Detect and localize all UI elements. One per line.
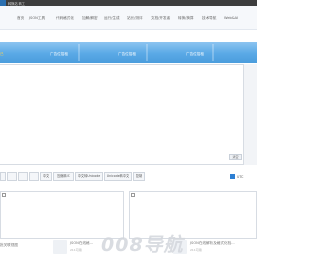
ad-slot-label[interactable]: 广告位招租 — [186, 52, 204, 57]
copy-button[interactable]: 复制 — [133, 172, 145, 181]
related-right-sub: 211可用 — [190, 248, 202, 252]
ad-slot-label[interactable]: 广告位招租 — [50, 52, 68, 57]
editor-side-panel — [244, 64, 257, 165]
utc-checkbox[interactable] — [230, 174, 235, 179]
chinese-to-unicode-button[interactable]: 中文转Unicode — [75, 172, 103, 181]
related-middle-sub: 211可用 — [70, 248, 82, 252]
broken-image-icon — [2, 193, 6, 197]
toolbar-button[interactable] — [18, 172, 28, 181]
watermark-logo: 008导航 — [101, 234, 184, 256]
ad-divider — [146, 44, 148, 61]
broken-image-icon — [131, 193, 135, 197]
unicode-to-chinese-button[interactable]: Unicode转中文 — [104, 172, 132, 181]
ad-slot-label[interactable]: 广告位招租 — [118, 52, 136, 57]
related-thumb[interactable] — [53, 240, 67, 254]
toolbar-button[interactable] — [29, 172, 39, 181]
main-nav: 首页 JSON工具 代码格式化 加解/解密 运行/生成 站长/测评 文档/开发者… — [0, 6, 257, 30]
json-input-editor[interactable] — [0, 64, 244, 165]
related-middle-title[interactable]: JSON在线格... — [70, 241, 93, 246]
site-title: 转换站 转工 — [8, 1, 25, 6]
toolbar-button[interactable] — [7, 172, 17, 181]
ad-divider — [78, 44, 80, 61]
nav-item-webmaster[interactable]: 站长/测评 — [127, 16, 143, 21]
related-right-title[interactable]: JSON在线解析及格式化验... — [190, 241, 235, 246]
nav-item-json-tools[interactable]: JSON工具 — [29, 16, 45, 21]
ad-left-fragment: 已 — [0, 52, 4, 56]
nav-item-home[interactable]: 首页 — [17, 16, 24, 21]
utc-checkbox-label: UTC — [237, 174, 244, 179]
chinese-button[interactable]: 中文 — [40, 172, 52, 181]
nav-item-encrypt[interactable]: 加解/解密 — [82, 16, 98, 21]
nav-item-web-ai[interactable]: Web&AI — [224, 16, 238, 20]
ad-divider — [212, 44, 214, 61]
nav-item-docs[interactable]: 文档/开发者 — [151, 16, 170, 21]
nav-item-convert[interactable]: 转换/换算 — [178, 16, 194, 21]
nav-item-tech-nav[interactable]: 技术导航 — [202, 16, 216, 21]
clear-button[interactable]: 清空 — [229, 154, 242, 160]
toolbar-button[interactable] — [0, 172, 6, 181]
nav-item-run[interactable]: 运行/生成 — [104, 16, 120, 21]
related-left-title[interactable]: 批关联视图 — [0, 243, 18, 248]
nav-item-code-format[interactable]: 代码格式化 — [56, 16, 74, 21]
ad-banner[interactable]: 已 广告位招租 广告位招租 广告位招租 — [0, 42, 257, 63]
compress-escape-button[interactable]: 压缩转义 — [53, 172, 74, 181]
